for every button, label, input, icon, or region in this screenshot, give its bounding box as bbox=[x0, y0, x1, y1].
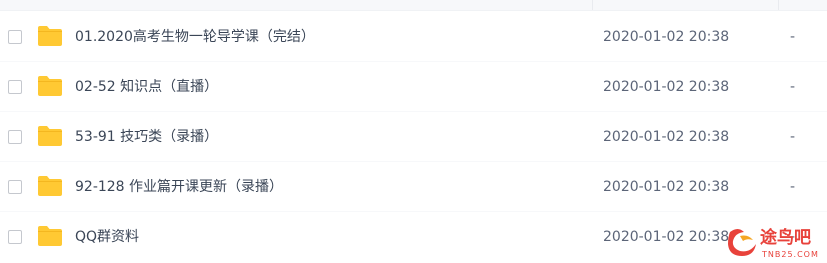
folder-icon bbox=[38, 26, 62, 46]
file-size: - bbox=[790, 29, 796, 45]
file-name[interactable]: 01.2020高考生物一轮导学课（完结） bbox=[75, 27, 315, 47]
row-checkbox[interactable] bbox=[8, 180, 22, 194]
watermark-logo-icon bbox=[728, 229, 756, 256]
file-name[interactable]: 02-52 知识点（直播） bbox=[75, 77, 218, 97]
row-checkbox[interactable] bbox=[8, 30, 22, 44]
file-modified-date: 2020-01-02 20:38 bbox=[603, 29, 730, 45]
file-row[interactable]: 92-128 作业篇开课更新（录播） 2020-01-02 20:38 - bbox=[0, 162, 827, 212]
column-divider[interactable] bbox=[592, 0, 593, 10]
file-name[interactable]: QQ群资料 bbox=[75, 227, 139, 247]
folder-icon bbox=[38, 226, 62, 246]
watermark: 途鸟吧 TNB25.COM bbox=[726, 226, 826, 263]
file-row[interactable]: 02-52 知识点（直播） 2020-01-02 20:38 - bbox=[0, 62, 827, 112]
file-row[interactable]: 53-91 技巧类（录播） 2020-01-02 20:38 - bbox=[0, 112, 827, 162]
file-modified-date: 2020-01-02 20:38 bbox=[603, 229, 730, 245]
file-size: - bbox=[790, 179, 796, 195]
file-modified-date: 2020-01-02 20:38 bbox=[603, 179, 730, 195]
file-name[interactable]: 92-128 作业篇开课更新（录播） bbox=[75, 177, 283, 197]
file-size: - bbox=[790, 79, 796, 95]
file-modified-date: 2020-01-02 20:38 bbox=[603, 129, 730, 145]
file-modified-date: 2020-01-02 20:38 bbox=[603, 79, 730, 95]
folder-icon bbox=[38, 126, 62, 146]
row-checkbox[interactable] bbox=[8, 130, 22, 144]
file-row[interactable]: QQ群资料 2020-01-02 20:38 - bbox=[0, 212, 827, 262]
file-row[interactable]: 01.2020高考生物一轮导学课（完结） 2020-01-02 20:38 - bbox=[0, 12, 827, 62]
file-name[interactable]: 53-91 技巧类（录播） bbox=[75, 127, 218, 147]
column-divider[interactable] bbox=[778, 0, 779, 10]
row-checkbox[interactable] bbox=[8, 230, 22, 244]
folder-icon bbox=[38, 176, 62, 196]
row-checkbox[interactable] bbox=[8, 80, 22, 94]
column-header-strip bbox=[0, 0, 827, 11]
watermark-url: TNB25.COM bbox=[762, 250, 819, 259]
watermark-text: 途鸟吧 bbox=[760, 228, 811, 248]
folder-icon bbox=[38, 76, 62, 96]
file-size: - bbox=[790, 129, 796, 145]
